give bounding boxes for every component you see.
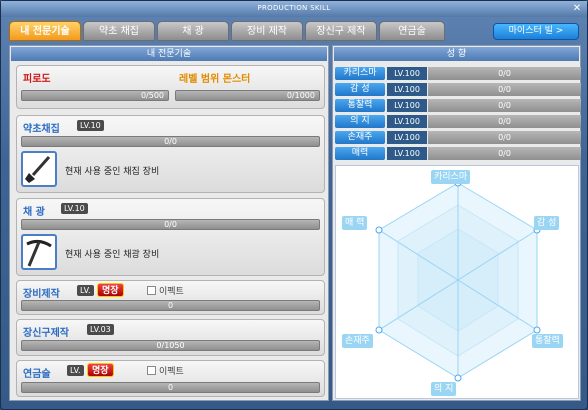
skill-equipment-card[interactable]: 장비제작 LV. 명장 이펙트 0 (16, 280, 325, 315)
trait-row: 매력 LV.100 0/0 (335, 147, 581, 160)
trait-name: 통찰력 (335, 99, 385, 112)
skill-herb-tool-text: 현재 사용 중인 채집 장비 (65, 167, 160, 177)
skill-equipment-progress: 0 (167, 301, 174, 310)
skill-mining-tool-text: 현재 사용 중인 채광 장비 (65, 250, 160, 260)
my-skills-header: 내 전문기술 (11, 47, 327, 61)
production-skill-window: PRODUCTION SKILL ✕ 내 전문기술 약초 채집 채 광 장비 제… (0, 0, 588, 410)
trait-radar-area: 카리스마 감 성 통찰력 의 지 손재주 매 력 (335, 165, 579, 399)
skill-herb-name: 약초채집 (23, 124, 60, 135)
shovel-icon (21, 151, 57, 187)
trait-value: 0/0 (428, 115, 581, 128)
skill-accessory-level: LV.03 (87, 324, 114, 335)
trait-name: 감 성 (335, 83, 385, 96)
skill-equipment-name: 장비제작 (23, 289, 60, 300)
trait-level: LV.100 (387, 147, 427, 160)
skill-alchemy-card[interactable]: 연금술 LV. 명장 이펙트 0 (16, 360, 325, 397)
radar-label-will: 의 지 (431, 382, 457, 396)
skill-equipment-effect-checkbox[interactable] (147, 286, 156, 295)
trait-value: 0/0 (428, 147, 581, 160)
trait-level: LV.100 (387, 67, 427, 80)
trait-row: 의 지 LV.100 0/0 (335, 115, 581, 128)
skill-equipment-master-badge: 명장 (97, 283, 124, 297)
skill-mining-progress: 0/0 (164, 220, 177, 229)
skill-herb-level: LV.10 (77, 120, 104, 131)
skill-accessory-bar: 0/1050 (21, 340, 320, 351)
tab-my-skills[interactable]: 내 전문기술 (9, 21, 81, 41)
fatigue-label: 피로도 (23, 74, 51, 85)
skill-alchemy-master-badge: 명장 (87, 363, 114, 377)
trait-value: 0/0 (428, 131, 581, 144)
radar-label-craftsmanship: 손재주 (342, 334, 373, 348)
trait-value: 0/0 (428, 99, 581, 112)
skill-herb-progress: 0/0 (164, 137, 177, 146)
skill-alchemy-effect-checkbox[interactable] (147, 366, 156, 375)
trait-name: 의 지 (335, 115, 385, 128)
tab-equipment-crafting[interactable]: 장비 제작 (231, 21, 303, 41)
skill-mining-card[interactable]: 채 광 LV.10 0/0 현재 사용 중인 채광 장비 (16, 198, 325, 276)
trait-name: 손재주 (335, 131, 385, 144)
trait-name: 매력 (335, 147, 385, 160)
trait-level: LV.100 (387, 115, 427, 128)
radar-label-insight: 통찰력 (532, 334, 563, 348)
skill-accessory-name: 장신구제작 (23, 328, 69, 339)
skill-alchemy-effect-label: 이펙트 (159, 367, 184, 377)
tab-mining[interactable]: 채 광 (157, 21, 229, 41)
trait-row: 손재주 LV.100 0/0 (335, 131, 581, 144)
skill-equipment-effect-label: 이펙트 (159, 287, 184, 297)
skill-alchemy-bar: 0 (21, 382, 320, 393)
trait-level: LV.100 (387, 99, 427, 112)
trait-row: 감 성 LV.100 0/0 (335, 83, 581, 96)
close-icon[interactable]: ✕ (571, 3, 583, 15)
traits-header: 성 향 (334, 47, 579, 61)
skill-herb-card[interactable]: 약초채집 LV.10 0/0 현재 사용 중인 채집 장비 (16, 115, 325, 193)
skill-herb-bar: 0/0 (21, 136, 320, 147)
skill-mining-bar: 0/0 (21, 219, 320, 230)
skill-mining-level: LV.10 (61, 203, 88, 214)
skill-accessory-progress: 0/1050 (156, 341, 185, 350)
trait-row: 카리스마 LV.100 0/0 (335, 67, 581, 80)
skill-equipment-level: LV. (77, 285, 94, 296)
trait-name: 카리스마 (335, 67, 385, 80)
pickaxe-icon (21, 234, 57, 270)
meister-ville-button[interactable]: 마이스터 빌 > (493, 23, 579, 40)
skill-alchemy-progress: 0 (167, 383, 174, 392)
trait-level: LV.100 (387, 83, 427, 96)
trait-row: 통찰력 LV.100 0/0 (335, 99, 581, 112)
window-title: PRODUCTION SKILL (257, 4, 331, 12)
tab-alchemy[interactable]: 연금술 (379, 21, 445, 41)
level-range-value: 0/1000 (286, 91, 315, 100)
skill-alchemy-level: LV. (67, 365, 84, 376)
fatigue-bar: 0/500 (21, 90, 169, 101)
level-range-label: 레벨 범위 몬스터 (179, 74, 251, 85)
skill-accessory-card[interactable]: 장신구제작 LV.03 0/1050 (16, 319, 325, 356)
skill-equipment-bar: 0 (21, 300, 320, 311)
trait-radar-chart (375, 179, 541, 382)
trait-level: LV.100 (387, 131, 427, 144)
tab-herb-gathering[interactable]: 약초 채집 (83, 21, 155, 41)
radar-label-charm: 매 력 (342, 216, 368, 230)
level-range-bar: 0/1000 (175, 90, 320, 101)
title-bar[interactable]: PRODUCTION SKILL ✕ (1, 1, 587, 17)
tab-accessory-crafting[interactable]: 장신구 제작 (305, 21, 377, 41)
radar-label-sensibility: 감 성 (534, 216, 560, 230)
fatigue-value: 0/500 (140, 91, 164, 100)
skill-alchemy-name: 연금술 (23, 369, 51, 380)
skill-mining-name: 채 광 (23, 207, 45, 218)
trait-value: 0/0 (428, 83, 581, 96)
trait-value: 0/0 (428, 67, 581, 80)
radar-label-charisma: 카리스마 (431, 170, 471, 184)
fatigue-card: 피로도 0/500 레벨 범위 몬스터 0/1000 (16, 65, 325, 109)
